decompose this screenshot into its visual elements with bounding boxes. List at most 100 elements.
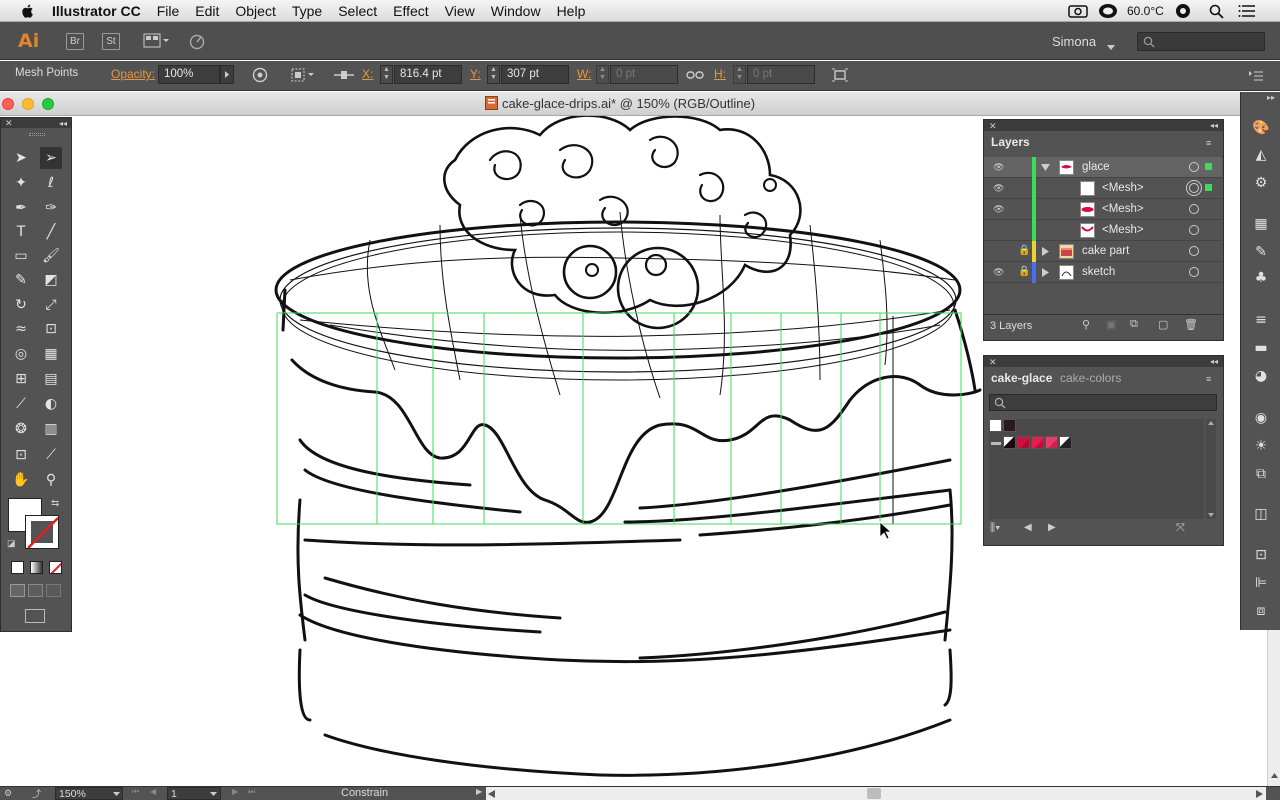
new-sublayer-icon[interactable]: ⧉ — [1130, 318, 1138, 331]
layers-tab[interactable]: Layers — [991, 135, 1030, 149]
zoom-tool-icon[interactable]: ⚲ — [40, 469, 62, 491]
menu-app-name[interactable]: Illustrator CC — [42, 0, 149, 22]
mesh-tool-icon[interactable]: ⊞ — [10, 368, 32, 390]
swap-fill-stroke-icon[interactable]: ⇆ — [51, 498, 59, 509]
collapse-icon[interactable]: ◂◂ — [59, 120, 67, 128]
gradient-tool-icon[interactable]: ▤ — [40, 368, 62, 390]
drag-handle[interactable] — [29, 133, 45, 136]
gradient-panel-icon[interactable]: ▬ — [1251, 338, 1271, 358]
pencil-tool-icon[interactable]: ✎ — [10, 269, 32, 291]
lasso-tool-icon[interactable]: ℓ — [40, 172, 62, 194]
slice-tool-icon[interactable]: ⟋ — [40, 444, 62, 466]
paragraph-styles-icon[interactable]: ◭ — [1251, 145, 1271, 165]
expand-icon[interactable]: ▸▸ — [1267, 93, 1275, 102]
swatch-1[interactable] — [1003, 436, 1016, 449]
transform-icon[interactable] — [832, 68, 848, 85]
width-tool-icon[interactable]: ≈ — [10, 318, 32, 340]
height-field[interactable]: 0 pt — [747, 65, 815, 84]
eraser-tool-icon[interactable]: ◩ — [40, 269, 62, 291]
paintbrush-tool-icon[interactable]: 🖌 — [40, 245, 62, 267]
libraries-icon[interactable]: ☀ — [1251, 436, 1271, 456]
layer-name[interactable]: <Mesh> — [1102, 224, 1144, 236]
graphic-styles-icon[interactable]: ⚙ — [1251, 173, 1271, 193]
color-guide-icon[interactable]: 🎨 — [1251, 118, 1271, 138]
layer-name[interactable]: cake part — [1082, 245, 1129, 257]
draw-behind-icon[interactable] — [28, 584, 43, 597]
height-label[interactable]: H: — [714, 67, 726, 81]
swatch-scrollbar[interactable] — [1206, 419, 1216, 519]
eye-icon[interactable]: 👁 — [993, 267, 1005, 277]
temperature-readout[interactable]: 60.0°C — [1127, 0, 1164, 22]
panel-menu-icon[interactable]: ≡ — [1206, 374, 1211, 384]
layer-name[interactable]: <Mesh> — [1102, 182, 1144, 194]
constrain-proportions-icon[interactable] — [686, 68, 704, 85]
swatch-dark[interactable] — [1003, 419, 1016, 432]
selection-tool-icon[interactable]: ➤ — [10, 147, 32, 169]
disclosure-collapsed-icon[interactable] — [1042, 247, 1049, 256]
swatch-2[interactable] — [1017, 436, 1030, 449]
target-circle-icon[interactable] — [1189, 246, 1199, 256]
magic-wand-tool-icon[interactable]: ✦ — [10, 172, 32, 194]
close-icon[interactable]: ✕ — [989, 121, 997, 132]
close-icon[interactable]: ✕ — [989, 357, 997, 368]
layer-name[interactable]: sketch — [1082, 266, 1115, 278]
menu-file[interactable]: File — [149, 0, 188, 22]
swatch-5[interactable] — [1059, 436, 1072, 449]
stock-button[interactable]: St — [102, 33, 120, 50]
swatch-3[interactable] — [1031, 436, 1044, 449]
sublayer-row-mesh-1[interactable]: 👁 <Mesh> — [984, 178, 1222, 199]
layer-name[interactable]: <Mesh> — [1102, 203, 1144, 215]
y-coordinate-label[interactable]: Y: — [470, 67, 481, 81]
perspective-grid-tool-icon[interactable]: ▦ — [40, 343, 62, 365]
status-arrow-icon[interactable]: ▶ — [476, 787, 482, 796]
make-clipping-mask-icon[interactable]: ▣ — [1106, 318, 1116, 331]
last-artboard-icon[interactable]: ⏭ — [248, 787, 255, 797]
layers-panel-header[interactable] — [984, 120, 1223, 131]
default-fill-stroke-icon[interactable]: ◪ — [7, 538, 16, 549]
chevron-down-icon[interactable] — [1107, 39, 1115, 53]
trash-icon[interactable]: 🗑 — [1184, 318, 1198, 331]
y-stepper[interactable]: ▲ ▼ — [487, 65, 500, 84]
curvature-tool-icon[interactable]: ✑ — [40, 197, 62, 219]
recolor-artwork-icon[interactable] — [252, 67, 268, 86]
width-field[interactable]: 0 pt — [610, 65, 678, 84]
eye-icon[interactable]: 👁 — [993, 162, 1005, 172]
column-graph-tool-icon[interactable]: ▥ — [40, 418, 62, 440]
swatch-panel-header[interactable] — [984, 356, 1223, 367]
eye-icon[interactable]: 👁 — [993, 204, 1005, 214]
stock-search-input[interactable] — [1137, 32, 1265, 51]
opacity-field[interactable]: 100% — [158, 65, 220, 84]
previous-artboard-icon[interactable]: ◀ — [150, 787, 156, 796]
eyedropper-tool-icon[interactable]: ⟋ — [10, 393, 32, 415]
opacity-arrow-button[interactable] — [220, 65, 234, 84]
transparency-icon[interactable]: ◕ — [1251, 366, 1271, 386]
camera-icon[interactable] — [1068, 0, 1088, 22]
artboards-icon[interactable]: ⊡ — [1251, 545, 1271, 565]
selection-indicator[interactable] — [1205, 184, 1212, 191]
width-label[interactable]: W: — [577, 67, 591, 81]
panel-menu-icon[interactable]: ≡ — [1206, 138, 1211, 148]
share-icon[interactable]: ⤴ — [32, 787, 41, 800]
pathfinder-icon[interactable]: ⧈ — [1251, 601, 1271, 621]
swatches-icon[interactable]: ▦ — [1251, 214, 1271, 234]
menu-help[interactable]: Help — [549, 0, 594, 22]
selection-indicator[interactable] — [1205, 163, 1212, 170]
apple-icon[interactable] — [20, 3, 36, 19]
first-artboard-icon[interactable]: ⏮ — [132, 787, 139, 797]
workspace-arrange-icon[interactable] — [143, 33, 169, 52]
disclosure-collapsed-icon[interactable] — [1042, 268, 1049, 277]
swatch-options-icon[interactable]: ⤧ — [1176, 522, 1185, 535]
window-close-button[interactable] — [2, 98, 14, 110]
lock-icon[interactable]: 🔒 — [1018, 266, 1030, 277]
horizontal-scrollbar[interactable] — [486, 787, 1266, 800]
width-stepper[interactable]: ▲ ▼ — [596, 65, 609, 84]
artboard-number-select[interactable]: 1 — [167, 787, 221, 800]
swatch-white[interactable] — [989, 419, 1002, 432]
layer-row-glace[interactable]: 👁 glace — [984, 157, 1222, 178]
appearance-icon[interactable]: ◉ — [1251, 408, 1271, 428]
draw-normal-icon[interactable] — [10, 584, 25, 597]
stroke-icon[interactable]: ≡ — [1251, 310, 1271, 330]
type-tool-icon[interactable]: T — [10, 221, 32, 243]
eye-icon[interactable]: 👁 — [993, 183, 1005, 193]
sublayer-row-mesh-3[interactable]: <Mesh> — [984, 220, 1222, 241]
